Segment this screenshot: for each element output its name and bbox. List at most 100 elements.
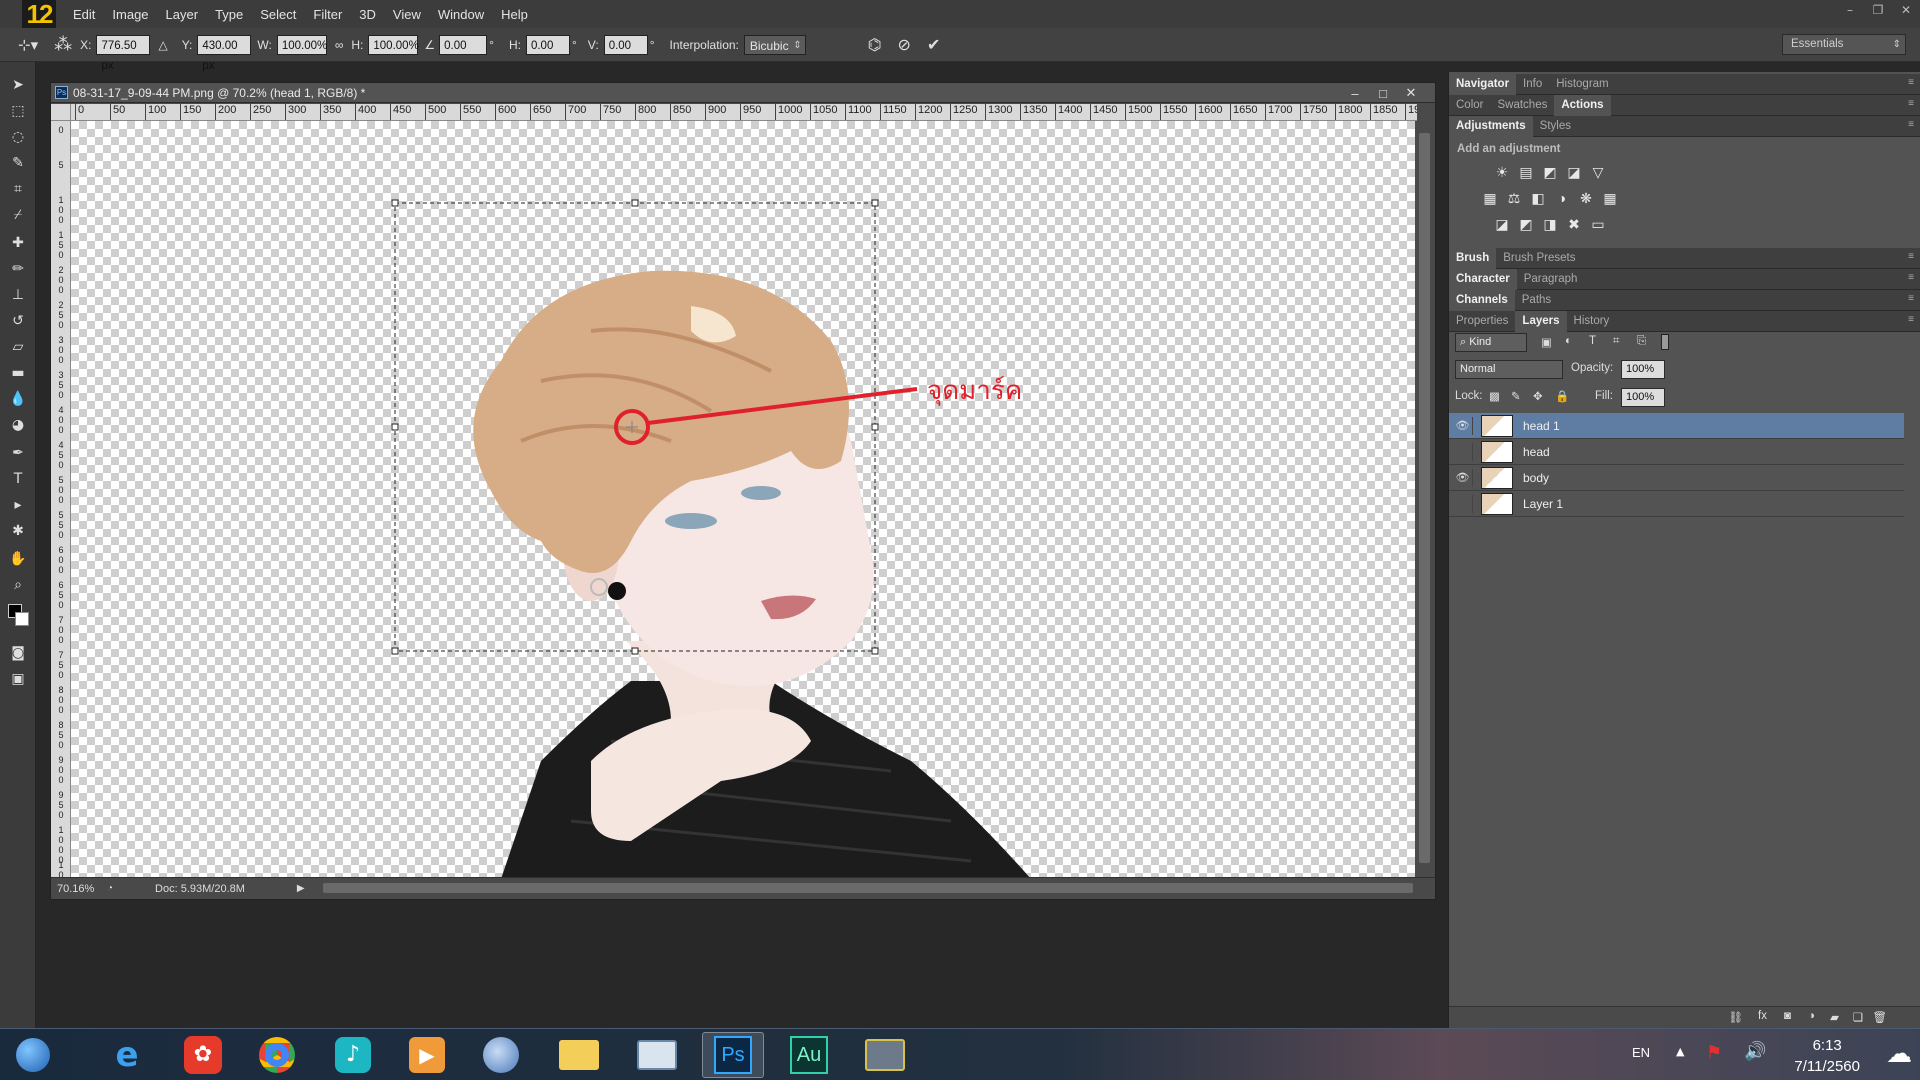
hskew-input[interactable]: 0.00 bbox=[525, 34, 570, 55]
lock-paint-icon[interactable]: ✎ bbox=[1511, 389, 1521, 403]
panel-menu-icon[interactable]: ≡ bbox=[1908, 314, 1914, 325]
interpolation-select[interactable]: Bicubic bbox=[743, 34, 806, 56]
filter-shape-icon[interactable]: ⌗ bbox=[1613, 335, 1619, 348]
tab-history[interactable]: History bbox=[1567, 311, 1617, 332]
tab-paths[interactable]: Paths bbox=[1515, 290, 1558, 311]
crop-tool-icon[interactable]: ⌗ bbox=[7, 178, 29, 200]
taskbar-app-red[interactable]: ✿ bbox=[172, 1032, 234, 1078]
levels-adjust-icon[interactable]: ▤ bbox=[1517, 164, 1535, 180]
link-layers-icon[interactable]: ⛓ bbox=[1728, 1010, 1743, 1024]
screen-mode-icon[interactable]: ▣ bbox=[7, 668, 29, 690]
opacity-input[interactable]: 100% bbox=[1621, 360, 1665, 379]
taskbar-explorer[interactable] bbox=[548, 1032, 610, 1078]
tab-actions[interactable]: Actions bbox=[1554, 94, 1611, 116]
taskbar-audition[interactable]: Au bbox=[778, 1032, 840, 1078]
layer-kind-filter[interactable]: ⌕ Kind bbox=[1455, 333, 1527, 352]
exposure-adjust-icon[interactable]: ◪ bbox=[1565, 164, 1583, 180]
healing-brush-tool-icon[interactable]: ✚ bbox=[7, 232, 29, 254]
quick-mask-icon[interactable]: ◙ bbox=[7, 642, 29, 664]
gradient-tool-icon[interactable]: ▬ bbox=[7, 362, 29, 384]
close-button[interactable]: ✕ bbox=[1892, 0, 1920, 20]
new-adjustment-icon[interactable]: ◑ bbox=[1808, 1010, 1815, 1022]
taskbar-tool-app[interactable] bbox=[854, 1032, 916, 1078]
taskbar-clock[interactable]: 6:13 7/11/2560 bbox=[1794, 1035, 1860, 1077]
filter-smart-object-icon[interactable]: ⎘ bbox=[1637, 335, 1646, 348]
menu-window[interactable]: Window bbox=[438, 7, 484, 22]
visibility-eye-icon[interactable]: 👁 bbox=[1453, 468, 1473, 487]
menu-layer[interactable]: Layer bbox=[166, 7, 199, 22]
horizontal-ruler[interactable]: 0 50 100 150 200 250 300 350 400 450 500 550 600 650 7… bbox=[71, 104, 1417, 121]
quick-select-tool-icon[interactable]: ✎ bbox=[7, 152, 29, 174]
panel-menu-icon[interactable]: ≡ bbox=[1908, 98, 1914, 109]
gradient-map-adjust-icon[interactable]: ▭ bbox=[1589, 216, 1607, 232]
brush-tool-icon[interactable]: ✏ bbox=[7, 258, 29, 280]
angle-input[interactable]: 0.00 bbox=[439, 34, 488, 55]
tray-expand-icon[interactable]: ▲ bbox=[1676, 1045, 1684, 1058]
layer-row-head-1[interactable]: 👁 head 1 bbox=[1449, 413, 1904, 439]
zoom-tool-icon[interactable]: ⌕ bbox=[7, 574, 29, 596]
commit-transform-icon[interactable]: ✔ bbox=[927, 35, 940, 55]
menu-image[interactable]: Image bbox=[112, 7, 148, 22]
fill-input[interactable]: 100% bbox=[1621, 388, 1665, 407]
history-brush-tool-icon[interactable]: ↺ bbox=[7, 310, 29, 332]
action-center-flag-icon[interactable]: ⚑ bbox=[1706, 1042, 1722, 1063]
taskbar-photoshop[interactable]: Ps bbox=[702, 1032, 764, 1078]
layer-style-icon[interactable]: fx bbox=[1758, 1010, 1767, 1022]
blend-mode-select[interactable]: Normal bbox=[1455, 360, 1563, 379]
tab-brush[interactable]: Brush bbox=[1449, 247, 1497, 269]
channel-mixer-adjust-icon[interactable]: ❋ bbox=[1577, 190, 1595, 206]
menu-3d[interactable]: 3D bbox=[359, 7, 376, 22]
panel-menu-icon[interactable]: ≡ bbox=[1908, 251, 1914, 262]
selective-color-adjust-icon[interactable]: ✖ bbox=[1565, 216, 1583, 232]
tab-paragraph[interactable]: Paragraph bbox=[1517, 269, 1585, 290]
layer-mask-icon[interactable]: ◙ bbox=[1784, 1010, 1791, 1022]
lock-all-icon[interactable]: 🔒 bbox=[1555, 389, 1569, 403]
panel-menu-icon[interactable]: ≡ bbox=[1908, 119, 1914, 130]
height-input[interactable]: 100.00% bbox=[368, 34, 419, 55]
tab-info[interactable]: Info bbox=[1516, 74, 1549, 95]
type-tool-icon[interactable]: T bbox=[7, 468, 29, 490]
curves-adjust-icon[interactable]: ◩ bbox=[1541, 164, 1559, 180]
invert-adjust-icon[interactable]: ◪ bbox=[1493, 216, 1511, 232]
layer-name[interactable]: Layer 1 bbox=[1523, 497, 1563, 511]
tab-character[interactable]: Character bbox=[1449, 268, 1517, 290]
tab-properties[interactable]: Properties bbox=[1449, 311, 1515, 332]
vertical-ruler[interactable]: 0 5 1 0 0 1 5 0 2 0 0 2 5 0 3 0 0 3 5 0 4 0 0 4 5… bbox=[51, 121, 71, 879]
reference-point-icon[interactable]: ⁂ bbox=[54, 34, 72, 55]
new-layer-icon[interactable]: ❏ bbox=[1853, 1010, 1863, 1024]
lock-move-icon[interactable]: ✥ bbox=[1533, 389, 1543, 403]
pen-tool-icon[interactable]: ✒ bbox=[7, 442, 29, 464]
doc-close-button[interactable]: ✕ bbox=[1397, 83, 1425, 103]
lasso-tool-icon[interactable]: ◌ bbox=[7, 126, 29, 148]
link-icon[interactable]: ∞ bbox=[335, 38, 344, 52]
restore-button[interactable]: ❐ bbox=[1864, 0, 1892, 20]
panel-menu-icon[interactable]: ≡ bbox=[1908, 293, 1914, 304]
transform-tool-icon[interactable]: ⊹▾ bbox=[18, 36, 38, 54]
path-select-tool-icon[interactable]: ▸ bbox=[7, 494, 29, 516]
warp-icon[interactable]: ⌬ bbox=[868, 35, 882, 55]
x-input[interactable]: 776.50 px bbox=[96, 34, 151, 72]
doc-minimize-button[interactable]: – bbox=[1341, 83, 1369, 103]
volume-icon[interactable]: 🔊 bbox=[1744, 1041, 1766, 1062]
visibility-off-icon[interactable] bbox=[1453, 442, 1473, 461]
delta-icon[interactable]: △ bbox=[158, 38, 167, 52]
weather-cloud-icon[interactable]: ☁ bbox=[1886, 1039, 1912, 1069]
taskbar-keyboard-app[interactable] bbox=[626, 1032, 688, 1078]
layer-name[interactable]: head bbox=[1523, 445, 1550, 459]
delete-layer-icon[interactable]: 🗑 bbox=[1872, 1010, 1887, 1024]
shape-tool-icon[interactable]: ✱ bbox=[7, 520, 29, 542]
filter-toggle-icon[interactable] bbox=[1661, 334, 1669, 350]
horizontal-scroll-thumb[interactable] bbox=[323, 883, 1413, 893]
layer-name[interactable]: head 1 bbox=[1523, 419, 1560, 433]
start-button[interactable] bbox=[2, 1032, 64, 1078]
tab-navigator[interactable]: Navigator bbox=[1449, 73, 1517, 95]
move-tool-icon[interactable]: ➤ bbox=[7, 74, 29, 96]
y-input[interactable]: 430.00 px bbox=[197, 34, 252, 72]
menu-view[interactable]: View bbox=[393, 7, 421, 22]
menu-select[interactable]: Select bbox=[260, 7, 296, 22]
hue-saturation-adjust-icon[interactable]: ▦ bbox=[1481, 190, 1499, 206]
taskbar-media-player[interactable]: ▶ bbox=[396, 1032, 458, 1078]
tab-adjustments[interactable]: Adjustments bbox=[1449, 115, 1533, 137]
vskew-input[interactable]: 0.00 bbox=[603, 34, 648, 55]
taskbar-tiktok[interactable]: ♪ bbox=[322, 1032, 384, 1078]
